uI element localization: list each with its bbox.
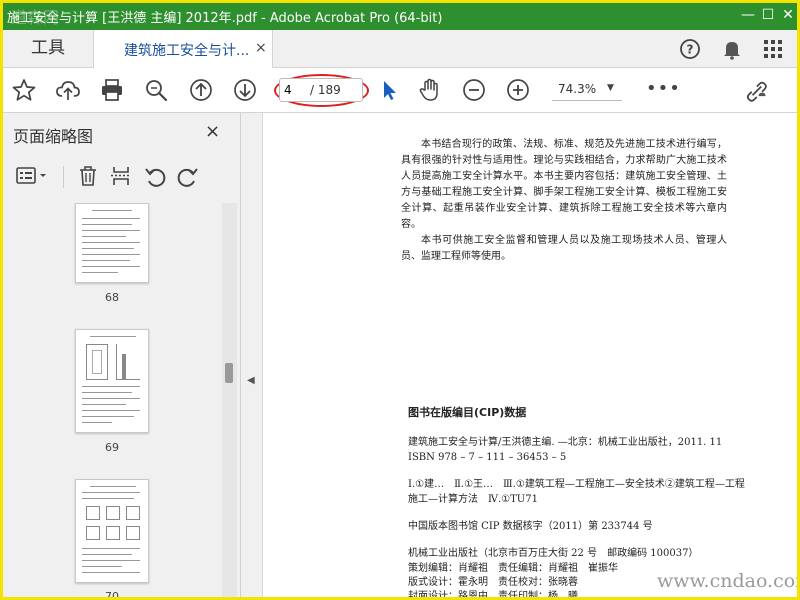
- zoom-level-dropdown[interactable]: 74.3% ▼: [552, 79, 622, 101]
- panel-toolbar: [3, 158, 241, 194]
- tab-close-icon[interactable]: ×: [255, 40, 267, 56]
- chevron-down-icon: ▼: [607, 83, 614, 93]
- tab-document-label: 建筑施工安全与计...: [124, 43, 250, 59]
- select-cursor-icon[interactable]: [377, 77, 403, 103]
- tab-bar: 工具 建筑施工安全与计... × ?: [3, 30, 797, 68]
- search-icon[interactable]: [143, 77, 169, 103]
- close-window-button[interactable]: ✕: [773, 3, 797, 30]
- apps-grid-icon[interactable]: [761, 37, 785, 61]
- document-paragraph: 本书结合现行的政策、法规、标准、规范及先进施工技术进行编写，具有很强的针对性与适…: [401, 139, 727, 230]
- thumbnail-page-number: 68: [105, 291, 119, 304]
- rotate-left-icon[interactable]: [143, 164, 167, 188]
- hand-tool-icon[interactable]: [417, 77, 443, 103]
- tab-document[interactable]: 建筑施工安全与计... ×: [93, 30, 273, 68]
- next-page-icon[interactable]: [232, 77, 258, 103]
- cip-line-1: 建筑施工安全与计算/王洪德主编. —北京：机械工业出版社，2011. 11: [408, 437, 723, 448]
- panel-toolbar-divider: [63, 166, 64, 188]
- watermark-bottom-right: www.cndao.com: [657, 570, 797, 592]
- insert-page-icon[interactable]: [109, 164, 133, 188]
- page-thumbnail-69[interactable]: [75, 329, 149, 433]
- thumbnail-scrollbar[interactable]: [222, 203, 237, 597]
- cip-line-5: 机械工业出版社（北京市百万庄大街 22 号 邮政编码 100037）: [408, 548, 699, 559]
- zoom-in-icon[interactable]: [505, 77, 531, 103]
- thumbnail-page-number: 70: [105, 590, 119, 600]
- cip-line-4: 中国版本图书馆 CIP 数据核字（2011）第 233744 号: [408, 521, 653, 532]
- rotate-right-icon[interactable]: [176, 164, 200, 188]
- collapse-panel-icon[interactable]: ◀: [247, 375, 255, 386]
- thumbnail-page-number: 69: [105, 441, 119, 454]
- help-icon[interactable]: ?: [678, 37, 702, 61]
- print-icon[interactable]: [99, 77, 125, 103]
- cip-heading: 图书在版编目(CIP)数据: [408, 406, 527, 419]
- more-tools-icon[interactable]: •••: [646, 78, 681, 99]
- thumbnail-panel: 页面缩略图 × 68 69 70: [3, 113, 241, 600]
- thumbnail-options-icon[interactable]: [15, 164, 49, 188]
- document-view[interactable]: 本书结合现行的政策、法规、标准、规范及先进施工技术进行编写，具有很强的针对性与适…: [263, 113, 797, 597]
- thumbnail-scroll-thumb[interactable]: [225, 363, 233, 383]
- svg-text:?: ?: [687, 43, 694, 57]
- thumbnail-list: 68 69 70: [3, 203, 221, 600]
- title-bar: 道森网 施工安全与计算 [王洪德 主编] 2012年.pdf - Adobe A…: [3, 3, 797, 30]
- document-paragraph: 本书可供施工安全监督和管理人员以及施工现场技术人员、管理人员、监理工程师等使用。: [401, 235, 727, 262]
- panel-close-icon[interactable]: ×: [205, 121, 220, 142]
- app-window: 道森网 施工安全与计算 [王洪德 主编] 2012年.pdf - Adobe A…: [0, 0, 800, 600]
- zoom-out-icon[interactable]: [461, 77, 487, 103]
- window-title: 施工安全与计算 [王洪德 主编] 2012年.pdf - Adobe Acrob…: [7, 11, 443, 26]
- cloud-upload-icon[interactable]: [55, 77, 81, 103]
- page-number-box: / 189: [279, 78, 363, 102]
- panel-title: 页面缩略图: [13, 127, 94, 146]
- cip-line-2: ISBN 978 – 7 – 111 – 36453 – 5: [408, 452, 567, 463]
- page-total: / 189: [310, 83, 341, 97]
- zoom-level-value: 74.3%: [558, 82, 597, 96]
- panel-collapse-strip[interactable]: ◀: [241, 113, 263, 597]
- document-body: 本书结合现行的政策、法规、标准、规范及先进施工技术进行编写，具有很强的针对性与适…: [401, 137, 727, 265]
- main-toolbar: / 189 74.3% ▼ •••: [3, 68, 797, 113]
- cip-title: 图书在版编目(CIP)数据: [408, 405, 748, 420]
- notification-bell-icon[interactable]: [720, 37, 744, 61]
- page-thumbnail-68[interactable]: [75, 203, 149, 283]
- share-link-icon[interactable]: [743, 77, 773, 103]
- previous-page-icon[interactable]: [188, 77, 214, 103]
- page-thumbnail-70[interactable]: [75, 479, 149, 583]
- bookmark-star-icon[interactable]: [11, 77, 37, 103]
- tab-tools[interactable]: 工具: [3, 30, 93, 68]
- cip-line-3: Ⅰ.①建… Ⅱ.①王… Ⅲ.①建筑工程—工程施工—安全技术②建筑工程—工程施工—…: [408, 479, 745, 505]
- page-number-input[interactable]: [284, 82, 302, 98]
- delete-page-icon[interactable]: [76, 164, 100, 188]
